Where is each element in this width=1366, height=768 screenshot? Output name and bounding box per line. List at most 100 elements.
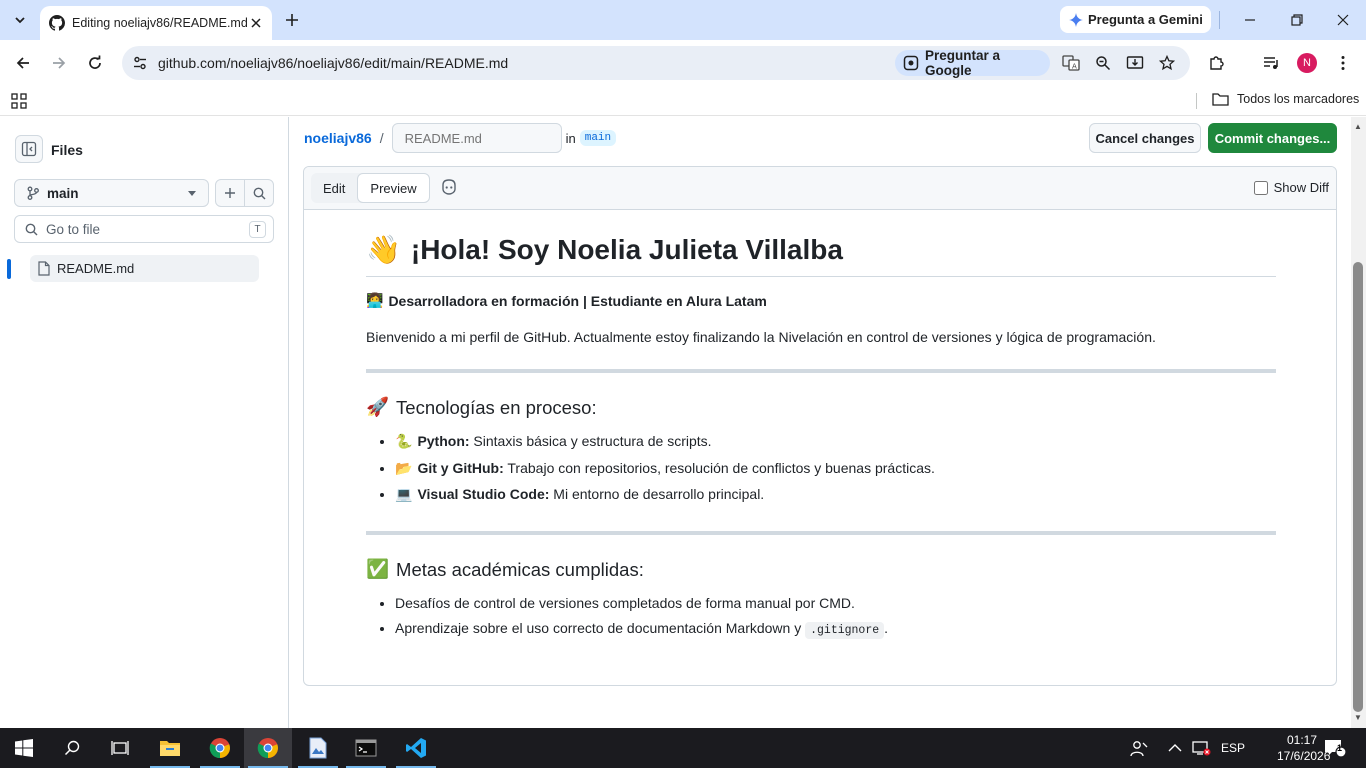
chrome-icon — [257, 738, 278, 759]
task-view-icon — [111, 741, 129, 755]
translate-button[interactable]: A — [1060, 52, 1082, 74]
taskbar-terminal[interactable] — [342, 728, 390, 768]
all-bookmarks-button[interactable]: Todos los marcadores — [1212, 92, 1359, 106]
show-diff-toggle[interactable]: Show Diff — [1253, 180, 1329, 195]
zoom-button[interactable] — [1092, 52, 1114, 74]
new-tab-button[interactable] — [281, 9, 303, 31]
start-button[interactable] — [0, 728, 48, 768]
browser-menu-button[interactable] — [1332, 52, 1354, 74]
terminal-icon — [355, 739, 377, 757]
media-control-button[interactable] — [1260, 52, 1282, 74]
notifications-button[interactable]: 1 — [1324, 728, 1346, 768]
forward-button[interactable] — [47, 51, 71, 75]
tabbar-divider — [1219, 11, 1220, 29]
minimize-button[interactable] — [1238, 8, 1262, 32]
collapse-sidebar-button[interactable] — [15, 135, 43, 163]
close-window-button[interactable] — [1331, 8, 1355, 32]
rocket-emoji: 🚀 — [366, 397, 390, 418]
notification-center-icon — [1325, 740, 1346, 758]
tech-list: 🐍Python: Sintaxis básica y estructura de… — [366, 429, 1276, 509]
gemini-button[interactable]: Pregunta a Gemini — [1060, 6, 1211, 33]
close-icon — [1337, 14, 1349, 26]
sidebar-title: Files — [51, 142, 83, 158]
profile-avatar[interactable]: N — [1297, 53, 1317, 73]
github-icon — [49, 15, 65, 31]
snake-emoji: 🐍 — [395, 434, 413, 450]
go-to-file-box[interactable]: T — [14, 215, 274, 243]
goals-list: Desafíos de control de versiones complet… — [366, 591, 1276, 644]
bookmark-star-button[interactable] — [1156, 52, 1178, 74]
in-label: in — [565, 130, 576, 146]
restore-button[interactable] — [1285, 8, 1309, 32]
svg-text:A: A — [1072, 63, 1077, 71]
scroll-down-arrow-icon[interactable]: ▼ — [1354, 713, 1362, 722]
go-to-file-input[interactable] — [46, 221, 236, 237]
extensions-button[interactable] — [1206, 52, 1228, 74]
task-view-button[interactable] — [96, 728, 144, 768]
add-file-button[interactable] — [216, 180, 245, 206]
file-tree-item[interactable]: README.md — [30, 255, 259, 282]
star-icon — [1159, 55, 1175, 71]
section-heading-tech: 🚀 Tecnologías en proceso: — [366, 395, 1276, 421]
network-icon — [1192, 741, 1211, 756]
system-clock[interactable]: 01:17 17/6/2026 — [1277, 732, 1330, 764]
branch-selector[interactable]: main — [14, 179, 209, 207]
clock-time: 01:17 — [1286, 733, 1318, 747]
tab-title: Editing noeliajv86/README.md — [72, 16, 248, 30]
reload-button[interactable] — [83, 51, 107, 75]
bookmarks-bar: Todos los marcadores — [0, 86, 1366, 116]
google-lens-icon — [903, 55, 919, 71]
readme-heading-text: ¡Hola! Soy Noelia Julieta Villalba — [410, 234, 843, 265]
taskbar-chrome-1[interactable] — [196, 728, 244, 768]
url-text[interactable]: github.com/noeliajv86/noeliajv86/edit/ma… — [158, 55, 508, 71]
list-item: 💻Visual Studio Code: Mi entorno de desar… — [395, 482, 1276, 509]
site-info-icon[interactable] — [132, 55, 148, 71]
repo-owner-link[interactable]: noeliajv86 — [304, 130, 372, 146]
shortcut-hint: T — [249, 221, 266, 238]
search-icon — [253, 187, 265, 199]
minimize-icon — [1245, 19, 1255, 21]
list-item-text: . — [884, 620, 889, 636]
ask-google-button[interactable]: Preguntar a Google — [895, 48, 1050, 78]
git-branch-icon — [27, 186, 39, 200]
tab-edit[interactable]: Edit — [311, 173, 357, 203]
browser-tab-active[interactable]: Editing noeliajv86/README.md — [40, 6, 272, 40]
cancel-changes-button[interactable]: Cancel changes — [1089, 123, 1201, 153]
markdown-preview: 👋 ¡Hola! Soy Noelia Julieta Villalba 👩‍💻… — [366, 232, 1276, 644]
search-files-button[interactable] — [245, 180, 273, 206]
breadcrumb: noeliajv86 / in main — [304, 123, 617, 153]
commit-changes-button[interactable]: Commit changes... — [1208, 123, 1337, 153]
taskbar-file-explorer[interactable] — [146, 728, 194, 768]
filename-input[interactable] — [391, 123, 562, 153]
tab-search-button[interactable] — [8, 8, 32, 32]
show-hidden-icons[interactable] — [1168, 728, 1182, 768]
active-file-indicator — [7, 259, 11, 279]
file-icon — [38, 261, 50, 276]
page-scrollbar[interactable]: ▲ ▼ — [1351, 117, 1366, 728]
tab-preview[interactable]: Preview — [357, 173, 430, 203]
reload-icon — [89, 55, 101, 69]
folder-emoji: 📂 — [395, 460, 413, 477]
translate-icon: A — [1062, 55, 1080, 71]
plus-icon — [225, 188, 235, 198]
install-app-button[interactable] — [1124, 52, 1146, 74]
apps-grid-icon[interactable] — [11, 93, 27, 109]
network-tray-icon[interactable] — [1191, 728, 1211, 768]
branch-tag: main — [579, 130, 617, 146]
install-icon — [1126, 56, 1144, 69]
language-indicator[interactable]: ESP — [1221, 728, 1245, 768]
people-tray-icon[interactable] — [1130, 728, 1148, 768]
back-button[interactable] — [11, 51, 35, 75]
sidebar-actions — [215, 179, 274, 207]
image-file-icon — [309, 737, 327, 759]
close-tab-icon[interactable] — [248, 15, 264, 31]
taskbar-vscode[interactable] — [392, 728, 440, 768]
scroll-up-arrow-icon[interactable]: ▲ — [1354, 122, 1362, 131]
taskbar-image-app[interactable] — [294, 728, 342, 768]
show-diff-checkbox[interactable] — [1253, 180, 1268, 195]
copilot-icon[interactable] — [440, 178, 458, 196]
taskbar-search-button[interactable] — [48, 728, 96, 768]
list-item-bold: Python: — [417, 433, 470, 449]
taskbar-chrome-2[interactable] — [244, 728, 292, 768]
scrollbar-thumb[interactable] — [1353, 262, 1363, 712]
